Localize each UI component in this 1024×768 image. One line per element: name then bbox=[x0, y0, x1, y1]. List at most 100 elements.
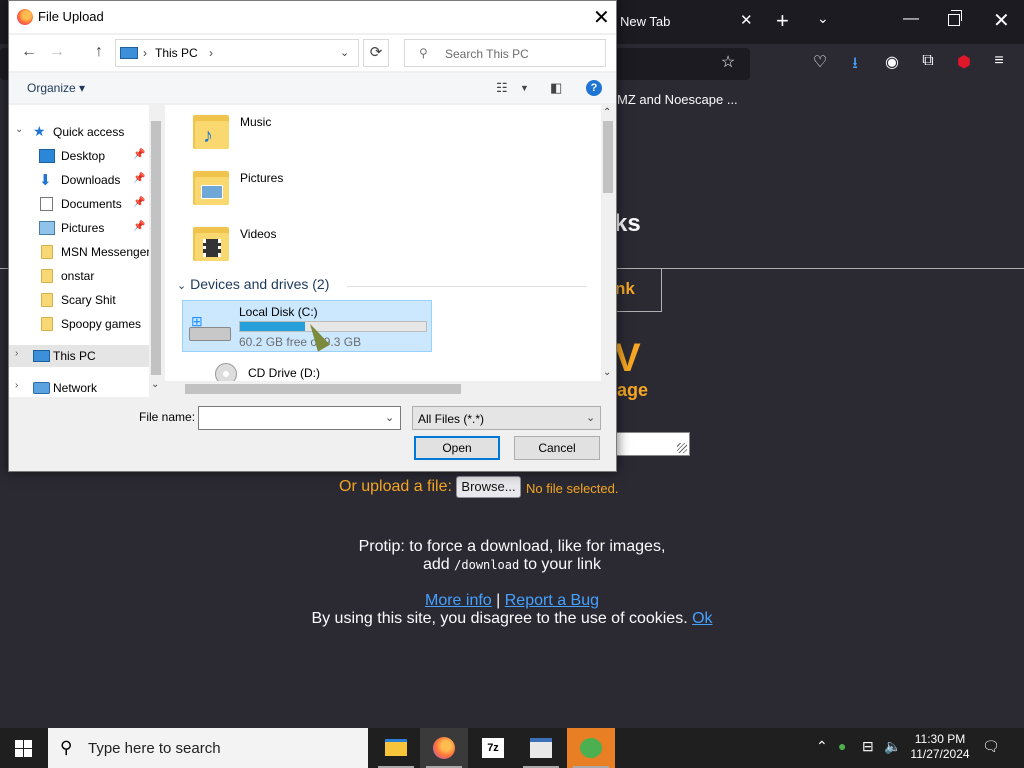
folder-label-videos[interactable]: Videos bbox=[240, 227, 276, 241]
organize-menu[interactable]: Organize ▾ bbox=[27, 81, 85, 95]
open-button[interactable]: Open bbox=[414, 436, 500, 460]
search-input[interactable]: ⚲ Search This PC bbox=[404, 39, 606, 67]
window-close-button[interactable]: ✕ bbox=[993, 8, 1010, 33]
expand-chevron-icon[interactable]: › bbox=[15, 348, 18, 359]
nav-label: Spoopy games bbox=[61, 317, 142, 331]
folder-label-pictures[interactable]: Pictures bbox=[240, 171, 283, 185]
breadcrumb-this-pc[interactable]: This PC bbox=[155, 46, 198, 60]
drive-usage-bar bbox=[239, 321, 427, 332]
nav-item-documents[interactable]: Documents 📌 bbox=[9, 193, 149, 215]
menu-hamburger-icon[interactable]: ≡ bbox=[988, 52, 1010, 70]
tab-new-tab[interactable]: New Tab bbox=[620, 14, 670, 29]
extensions-icon[interactable]: ⧉ bbox=[917, 52, 939, 70]
folder-label-music[interactable]: Music bbox=[240, 115, 271, 129]
nav-item-this-pc[interactable]: › This PC bbox=[9, 345, 149, 367]
network-tray-icon[interactable]: ⊟ bbox=[862, 738, 874, 755]
account-icon[interactable]: ◉ bbox=[881, 52, 903, 72]
chevron-down-icon[interactable]: ⌄ bbox=[586, 411, 595, 424]
messenger-tray-icon[interactable]: ● bbox=[838, 738, 846, 754]
organize-label: Organize bbox=[27, 81, 76, 95]
pocket-icon[interactable]: ♡ bbox=[809, 52, 831, 72]
drive-name-cd[interactable]: CD Drive (D:) bbox=[248, 366, 320, 380]
folder-videos[interactable] bbox=[193, 223, 231, 261]
browse-button[interactable]: Browse... bbox=[456, 476, 521, 498]
tab-list-chevron-icon[interactable]: ⌄ bbox=[817, 10, 829, 27]
nav-item-quick-access[interactable]: ⌄ ★ Quick access bbox=[9, 121, 149, 143]
windows-start-icon[interactable] bbox=[15, 740, 32, 757]
file-explorer-icon[interactable] bbox=[372, 728, 420, 768]
notification-icon[interactable]: 🗨 bbox=[982, 738, 1000, 755]
address-dropdown-icon[interactable]: ⌄ bbox=[340, 46, 349, 59]
expand-chevron-icon[interactable]: ⌄ bbox=[15, 124, 23, 135]
scroll-down-arrow-icon[interactable]: ⌄ bbox=[151, 379, 159, 390]
more-info-link[interactable]: More info bbox=[425, 592, 492, 609]
content-scrollbar-thumb[interactable] bbox=[603, 121, 613, 193]
notepad-icon[interactable] bbox=[517, 728, 565, 768]
pin-icon: 📌 bbox=[133, 221, 146, 232]
nav-item-desktop[interactable]: Desktop 📌 bbox=[9, 145, 149, 167]
breadcrumb-separator[interactable]: › bbox=[143, 46, 147, 60]
tab-close-icon[interactable]: ✕ bbox=[740, 11, 753, 29]
cancel-button[interactable]: Cancel bbox=[514, 436, 600, 460]
folder-music[interactable]: ♪ bbox=[193, 111, 231, 149]
this-pc-icon bbox=[120, 47, 138, 59]
7zip-icon[interactable]: 7z bbox=[469, 728, 517, 768]
view-options-icon[interactable]: ☷ bbox=[496, 80, 508, 96]
nav-scrollbar[interactable]: ⌄ bbox=[149, 105, 163, 397]
refresh-icon[interactable]: ⟳ bbox=[363, 39, 389, 67]
nav-item-network[interactable]: › Network bbox=[9, 377, 149, 397]
film-icon bbox=[203, 239, 221, 257]
volume-icon[interactable]: 🔈 bbox=[884, 738, 901, 755]
folder-pictures[interactable] bbox=[193, 167, 231, 205]
file-upload-dialog: File Upload ✕ ← → ↑ › This PC › ⌄ ⟳ ⚲ Se… bbox=[8, 0, 617, 472]
file-name-input[interactable]: ⌄ bbox=[198, 406, 401, 430]
folder-icon bbox=[41, 317, 53, 331]
help-icon[interactable]: ? bbox=[586, 80, 602, 96]
bookmark-item[interactable]: MZ and Noescape ... bbox=[617, 92, 738, 107]
cookie-ok-link[interactable]: Ok bbox=[692, 610, 712, 627]
ublock-icon[interactable]: ⬢ bbox=[953, 52, 975, 72]
cd-drive-icon[interactable] bbox=[215, 363, 237, 381]
msn-messenger-icon[interactable] bbox=[567, 728, 615, 768]
nav-item-msn-messenger[interactable]: MSN Messenger bbox=[9, 241, 159, 263]
address-bar[interactable]: › This PC › ⌄ bbox=[115, 39, 359, 67]
report-bug-link[interactable]: Report a Bug bbox=[505, 592, 599, 609]
nav-item-scary-shit[interactable]: Scary Shit bbox=[9, 289, 149, 311]
chevron-down-icon[interactable]: ⌄ bbox=[385, 411, 394, 424]
tray-overflow-icon[interactable]: ⌃ bbox=[816, 738, 828, 755]
bookmark-star-icon[interactable]: ☆ bbox=[717, 52, 739, 72]
scroll-down-arrow-icon[interactable]: ⌄ bbox=[603, 367, 611, 378]
taskbar-search-input[interactable]: ⚲ Type here to search bbox=[48, 728, 368, 768]
restore-button[interactable] bbox=[948, 10, 962, 26]
folder-icon bbox=[41, 269, 53, 283]
start-tile bbox=[15, 749, 23, 757]
nav-item-downloads[interactable]: ⬇ Downloads 📌 bbox=[9, 169, 149, 191]
preview-pane-icon[interactable]: ◧ bbox=[550, 80, 562, 96]
breadcrumb-separator[interactable]: › bbox=[209, 46, 213, 60]
site-title: V bbox=[614, 336, 641, 380]
dialog-close-button[interactable]: ✕ bbox=[593, 5, 610, 30]
view-dropdown-icon[interactable]: ▼ bbox=[520, 83, 529, 93]
taskbar-clock[interactable]: 11:30 PM 11/27/2024 bbox=[905, 732, 975, 762]
content-vertical-scrollbar[interactable]: ⌃ ⌄ bbox=[601, 105, 615, 381]
minimize-button[interactable]: — bbox=[903, 10, 919, 28]
upload-label: Or upload a file: bbox=[339, 478, 452, 495]
back-arrow-icon[interactable]: ← bbox=[21, 43, 37, 61]
devices-group-heading[interactable]: ⌄ Devices and drives (2) bbox=[177, 276, 329, 292]
scroll-up-arrow-icon[interactable]: ⌃ bbox=[603, 107, 611, 118]
nav-item-spoopy-games[interactable]: Spoopy games bbox=[9, 313, 149, 335]
expand-chevron-icon[interactable]: › bbox=[15, 380, 18, 391]
url-textarea[interactable] bbox=[610, 432, 690, 456]
firefox-icon[interactable] bbox=[420, 728, 468, 768]
collapse-chevron-icon[interactable]: ⌄ bbox=[177, 280, 186, 292]
forward-arrow-icon[interactable]: → bbox=[49, 43, 65, 61]
nav-item-pictures[interactable]: Pictures 📌 bbox=[9, 217, 149, 239]
content-hscroll-thumb[interactable] bbox=[185, 384, 461, 394]
nav-item-onstar[interactable]: onstar bbox=[9, 265, 149, 287]
file-type-select[interactable]: All Files (*.*) ⌄ bbox=[412, 406, 601, 430]
new-tab-button[interactable]: + bbox=[776, 8, 789, 34]
nav-scrollbar-thumb[interactable] bbox=[151, 121, 161, 375]
up-arrow-icon[interactable]: ↑ bbox=[95, 43, 103, 61]
content-horizontal-scrollbar[interactable] bbox=[165, 381, 615, 397]
downloads-icon[interactable]: ⭳ bbox=[844, 52, 866, 79]
